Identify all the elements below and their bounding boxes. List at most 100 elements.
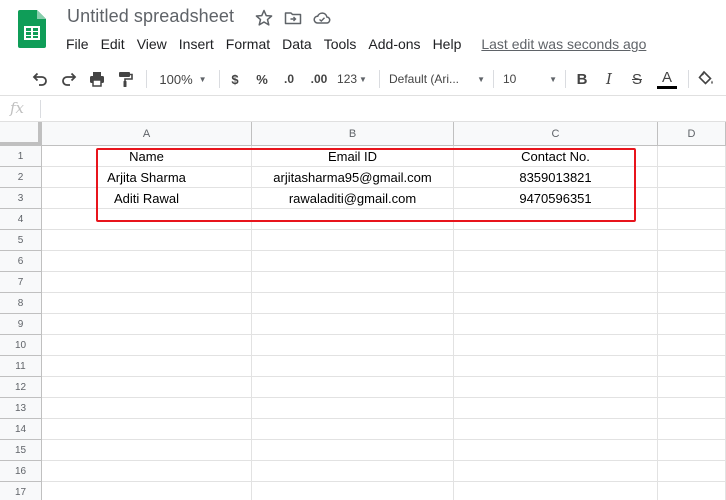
cell-b1[interactable]: Email ID xyxy=(252,146,454,167)
cell-a5[interactable] xyxy=(42,230,252,251)
row-header[interactable]: 10 xyxy=(0,335,42,356)
menu-format[interactable]: Format xyxy=(220,34,276,54)
row-header[interactable]: 8 xyxy=(0,293,42,314)
document-title[interactable]: Untitled spreadsheet xyxy=(67,6,234,27)
row-header[interactable]: 6 xyxy=(0,251,42,272)
cell-c13[interactable] xyxy=(454,398,658,419)
cell-d17[interactable] xyxy=(658,482,726,500)
column-header-d[interactable]: D xyxy=(658,122,726,146)
cell-b3[interactable]: rawaladiti@gmail.com xyxy=(252,188,454,209)
cloud-saved-icon[interactable] xyxy=(312,8,332,28)
cell-a2[interactable]: Arjita Sharma xyxy=(42,167,252,188)
paint-format-button[interactable] xyxy=(113,67,137,91)
cell-b5[interactable] xyxy=(252,230,454,251)
cell-c2[interactable]: 8359013821 xyxy=(454,167,658,188)
cell-b16[interactable] xyxy=(252,461,454,482)
row-header[interactable]: 5 xyxy=(0,230,42,251)
cell-b15[interactable] xyxy=(252,440,454,461)
cell-a16[interactable] xyxy=(42,461,252,482)
cell-b10[interactable] xyxy=(252,335,454,356)
cell-a15[interactable] xyxy=(42,440,252,461)
zoom-select[interactable]: 100% ▼ xyxy=(154,67,212,91)
fill-color-button[interactable] xyxy=(695,67,717,91)
cell-b11[interactable] xyxy=(252,356,454,377)
cell-b14[interactable] xyxy=(252,419,454,440)
text-color-button[interactable]: A xyxy=(656,67,678,91)
cell-c7[interactable] xyxy=(454,272,658,293)
cell-c5[interactable] xyxy=(454,230,658,251)
cell-b9[interactable] xyxy=(252,314,454,335)
currency-format-button[interactable]: $ xyxy=(227,67,243,91)
cell-d15[interactable] xyxy=(658,440,726,461)
cell-a6[interactable] xyxy=(42,251,252,272)
row-header[interactable]: 4 xyxy=(0,209,42,230)
menu-data[interactable]: Data xyxy=(276,34,318,54)
last-edit-link[interactable]: Last edit was seconds ago xyxy=(475,34,652,54)
decrease-decimal-button[interactable]: .0 xyxy=(278,67,300,91)
star-icon[interactable] xyxy=(254,8,274,28)
cell-d5[interactable] xyxy=(658,230,726,251)
cell-c3[interactable]: 9470596351 xyxy=(454,188,658,209)
font-size-select[interactable]: 10 ▼ xyxy=(503,67,557,91)
cell-a1[interactable]: Name xyxy=(42,146,252,167)
cell-a17[interactable] xyxy=(42,482,252,500)
row-header[interactable]: 2 xyxy=(0,167,42,188)
cell-c9[interactable] xyxy=(454,314,658,335)
percent-format-button[interactable]: % xyxy=(254,67,270,91)
cell-a3[interactable]: Aditi Rawal xyxy=(42,188,252,209)
cell-d11[interactable] xyxy=(658,356,726,377)
cell-b13[interactable] xyxy=(252,398,454,419)
cell-a11[interactable] xyxy=(42,356,252,377)
more-formats-button[interactable]: 123 ▼ xyxy=(335,67,369,91)
cell-d12[interactable] xyxy=(658,377,726,398)
cell-d9[interactable] xyxy=(658,314,726,335)
increase-decimal-button[interactable]: .00 xyxy=(306,67,332,91)
cell-d10[interactable] xyxy=(658,335,726,356)
cell-d6[interactable] xyxy=(658,251,726,272)
cell-c14[interactable] xyxy=(454,419,658,440)
row-header[interactable]: 16 xyxy=(0,461,42,482)
cell-c11[interactable] xyxy=(454,356,658,377)
cell-a9[interactable] xyxy=(42,314,252,335)
cell-a8[interactable] xyxy=(42,293,252,314)
cell-c17[interactable] xyxy=(454,482,658,500)
cell-c1[interactable]: Contact No. xyxy=(454,146,658,167)
cell-d3[interactable] xyxy=(658,188,726,209)
menu-tools[interactable]: Tools xyxy=(318,34,363,54)
row-header[interactable]: 17 xyxy=(0,482,42,500)
cell-d4[interactable] xyxy=(658,209,726,230)
row-header[interactable]: 1 xyxy=(0,146,42,167)
cell-c8[interactable] xyxy=(454,293,658,314)
menu-help[interactable]: Help xyxy=(427,34,468,54)
cell-a12[interactable] xyxy=(42,377,252,398)
cell-c12[interactable] xyxy=(454,377,658,398)
row-header[interactable]: 14 xyxy=(0,419,42,440)
cell-d8[interactable] xyxy=(658,293,726,314)
italic-button[interactable]: I xyxy=(599,67,619,91)
cell-c4[interactable] xyxy=(454,209,658,230)
bold-button[interactable]: B xyxy=(572,67,592,91)
cell-b12[interactable] xyxy=(252,377,454,398)
cell-d13[interactable] xyxy=(658,398,726,419)
row-header[interactable]: 15 xyxy=(0,440,42,461)
cell-b8[interactable] xyxy=(252,293,454,314)
cell-b7[interactable] xyxy=(252,272,454,293)
row-header[interactable]: 9 xyxy=(0,314,42,335)
cell-b6[interactable] xyxy=(252,251,454,272)
menu-view[interactable]: View xyxy=(131,34,173,54)
cell-d2[interactable] xyxy=(658,167,726,188)
sheets-logo-icon[interactable] xyxy=(18,10,46,48)
cell-b17[interactable] xyxy=(252,482,454,500)
row-header[interactable]: 12 xyxy=(0,377,42,398)
cell-c15[interactable] xyxy=(454,440,658,461)
menu-file[interactable]: File xyxy=(60,34,95,54)
move-to-folder-icon[interactable] xyxy=(283,8,303,28)
cell-a7[interactable] xyxy=(42,272,252,293)
select-all-corner[interactable] xyxy=(0,122,42,146)
cell-a4[interactable] xyxy=(42,209,252,230)
cell-c10[interactable] xyxy=(454,335,658,356)
row-header[interactable]: 13 xyxy=(0,398,42,419)
row-header[interactable]: 3 xyxy=(0,188,42,209)
cell-d16[interactable] xyxy=(658,461,726,482)
column-header-c[interactable]: C xyxy=(454,122,658,146)
